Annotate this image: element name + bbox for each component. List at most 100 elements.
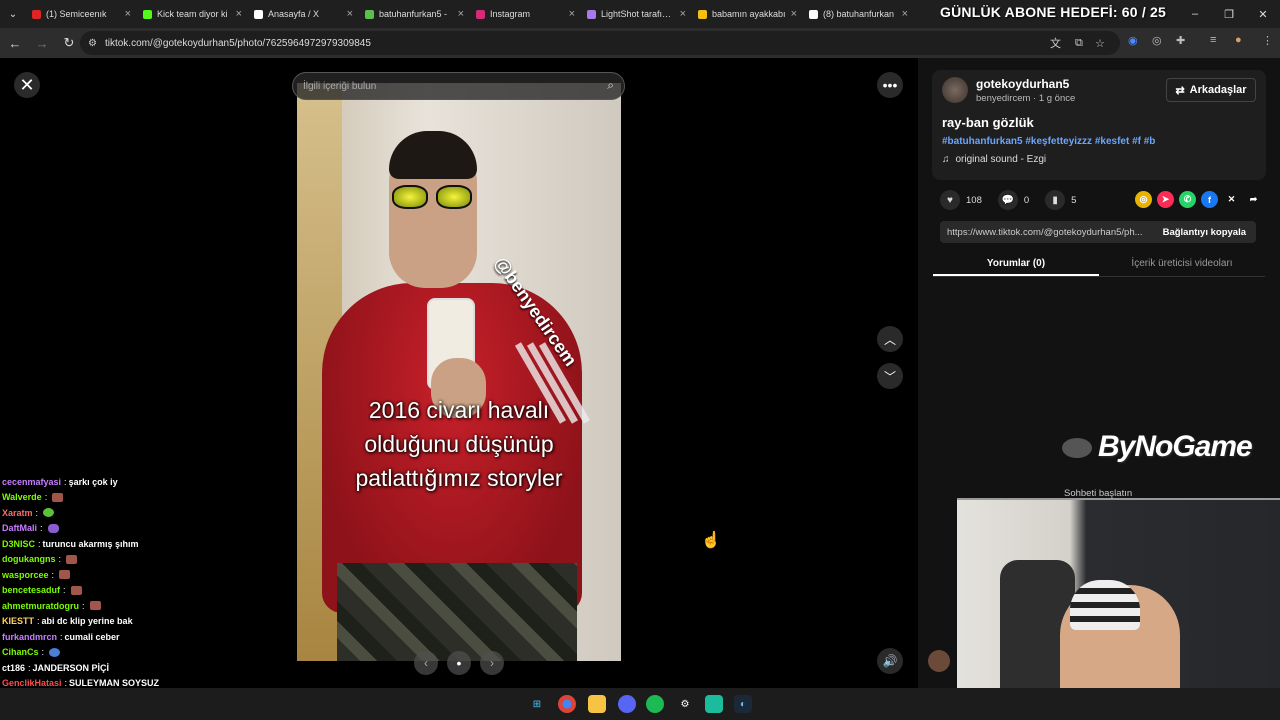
extension-icon[interactable]: ◉ — [1128, 34, 1138, 47]
chat-emote-icon — [49, 647, 61, 657]
post-link-box: https://www.tiktok.com/@gotekoydurhan5/p… — [940, 221, 1256, 243]
more-options-button[interactable]: ••• — [877, 72, 903, 98]
media-icon[interactable]: ≡ — [1210, 34, 1216, 46]
file-explorer-icon[interactable] — [588, 695, 606, 713]
comment-icon[interactable]: 💬 — [997, 190, 1018, 210]
chat-username[interactable]: ahmetmuratdogru — [2, 601, 79, 611]
post-sound[interactable]: ♫ original sound - Ezgi — [942, 154, 1046, 165]
carousel-dot[interactable]: • — [447, 651, 471, 675]
chat-username[interactable]: dogukangns — [2, 554, 56, 564]
coin-icon[interactable]: ◎ — [1135, 191, 1152, 208]
post-link-text[interactable]: https://www.tiktok.com/@gotekoydurhan5/p… — [947, 227, 1143, 238]
chat-username[interactable]: Xaratm — [2, 508, 33, 518]
friends-label: Arkadaşlar — [1189, 84, 1247, 96]
chrome-icon[interactable] — [558, 695, 576, 713]
close-window-icon[interactable]: ✕ — [1246, 0, 1280, 28]
chat-text: cumali ceber — [64, 631, 120, 642]
discord-icon[interactable] — [618, 695, 636, 713]
chat-username[interactable]: DaftMali — [2, 523, 37, 533]
tab-comments[interactable]: Yorumlar (0) — [933, 253, 1099, 276]
bookmark-star-icon[interactable]: ☆ — [1095, 37, 1105, 50]
app-icon[interactable] — [705, 695, 723, 713]
x-icon[interactable]: ✕ — [1223, 191, 1240, 208]
browser-tab[interactable]: LightShot tarafında × — [581, 0, 692, 28]
tab-close-icon[interactable]: × — [347, 8, 353, 20]
spotify-icon[interactable] — [646, 695, 664, 713]
chat-bubble-icon — [1062, 438, 1092, 459]
chat-username[interactable]: cecenmafyasi — [2, 477, 61, 487]
carousel-next-icon[interactable]: › — [480, 651, 504, 675]
browser-tab[interactable]: batuhanfurkan5 - × — [359, 0, 470, 28]
minimize-icon[interactable]: – — [1178, 0, 1212, 28]
send-icon[interactable]: ➤ — [1157, 191, 1174, 208]
close-viewer-button[interactable]: ✕ — [14, 72, 40, 98]
like-count: 108 — [966, 194, 982, 206]
chat-emote-icon — [59, 570, 71, 580]
tab-close-icon[interactable]: × — [791, 8, 797, 20]
chat-emote-icon — [43, 508, 55, 518]
install-icon[interactable]: ⧉ — [1075, 37, 1083, 50]
browser-tab[interactable]: Instagram × — [470, 0, 581, 28]
post-hashtags[interactable]: #batuhanfurkan5 #keşfetteyizzz #kesfet #… — [942, 136, 1155, 147]
chat-username[interactable]: CihanCs — [2, 647, 39, 657]
carousel-prev-icon[interactable]: ‹ — [414, 651, 438, 675]
maximize-icon[interactable]: ❐ — [1212, 0, 1246, 28]
tab-creator-videos[interactable]: İçerik üreticisi videoları — [1099, 253, 1265, 276]
browser-menu-icon[interactable]: ⋮ — [1262, 34, 1273, 47]
chat-emote-icon — [89, 601, 101, 611]
windows-start-icon[interactable]: ⊞ — [528, 695, 546, 713]
share-arrow-icon[interactable]: ➦ — [1245, 191, 1262, 208]
chat-username[interactable]: bencetesaduf — [2, 585, 60, 595]
site-info-icon[interactable]: ⚙ — [88, 38, 97, 49]
chat-username[interactable]: KIESTT — [2, 616, 34, 626]
next-post-button[interactable]: ﹀ — [877, 363, 903, 389]
browser-tab[interactable]: Kick team diyor ki × — [137, 0, 248, 28]
forward-icon[interactable]: → — [30, 36, 54, 51]
url-field[interactable]: ⚙ tiktok.com/@gotekoydurhan5/photo/76259… — [80, 31, 1120, 55]
profile-avatar[interactable]: ● — [1235, 34, 1242, 46]
chat-emote-icon — [70, 585, 82, 595]
caption-line: olduğunu düşünüp — [364, 431, 554, 457]
chat-username[interactable]: GenclikHatasi — [2, 678, 62, 688]
bookmark-icon[interactable]: ▮ — [1045, 190, 1066, 210]
post-photo[interactable]: @benyedircem 2016 civarı havalı olduğunu… — [297, 83, 621, 661]
reload-icon[interactable]: ↻ — [57, 35, 81, 51]
author-avatar[interactable] — [942, 77, 968, 103]
panel-tabs: Yorumlar (0) İçerik üreticisi videoları — [933, 253, 1265, 277]
tab-close-icon[interactable]: × — [125, 8, 131, 20]
translate-icon[interactable]: 文 — [1050, 35, 1061, 51]
settings-gear-icon[interactable]: ⚙ — [676, 695, 694, 713]
like-heart-icon[interactable]: ♥ — [940, 190, 960, 210]
extensions-puzzle-icon[interactable]: ✚ — [1176, 34, 1185, 47]
tab-close-icon[interactable]: × — [680, 8, 686, 20]
browser-tab[interactable]: babamın ayakkabı × — [692, 0, 803, 28]
chat-username[interactable]: furkandmrcn — [2, 632, 57, 642]
author-username[interactable]: gotekoydurhan5 — [976, 77, 1069, 91]
browser-tab[interactable]: Anasayfa / X × — [248, 0, 359, 28]
previous-post-button[interactable]: ︿ — [877, 326, 903, 352]
volume-button[interactable]: 🔊 — [877, 648, 903, 674]
tab-search-icon[interactable]: ⌄ — [0, 0, 26, 28]
chat-message: Xaratm: — [2, 505, 292, 521]
tab-list: (1) Semiceenık × Kick team diyor ki × Anasay… — [26, 0, 914, 28]
related-search-input[interactable]: İlgili içeriği bulun ⌕ — [292, 72, 625, 100]
back-icon[interactable]: ← — [3, 36, 27, 51]
chat-username[interactable]: ct186 — [2, 663, 25, 673]
chat-username[interactable]: wasporcee — [2, 570, 49, 580]
facebook-icon[interactable]: f — [1201, 191, 1218, 208]
whatsapp-icon[interactable]: ✆ — [1179, 191, 1196, 208]
tab-close-icon[interactable]: × — [902, 8, 908, 20]
friends-button[interactable]: ⇄ Arkadaşlar — [1166, 78, 1256, 102]
browser-tab[interactable]: (8) batuhanfurkan × — [803, 0, 914, 28]
chat-username[interactable]: Walverde — [2, 492, 42, 502]
tab-close-icon[interactable]: × — [236, 8, 242, 20]
extension-icon[interactable]: ◎ — [1152, 34, 1162, 47]
browser-tab[interactable]: (1) Semiceenık × — [26, 0, 137, 28]
chat-username[interactable]: D3NISC — [2, 539, 35, 549]
tab-close-icon[interactable]: × — [458, 8, 464, 20]
steam-icon[interactable]: ◐ — [734, 695, 752, 713]
search-icon[interactable]: ⌕ — [607, 78, 614, 93]
tab-close-icon[interactable]: × — [569, 8, 575, 20]
copy-link-button[interactable]: Bağlantıyı kopyala — [1163, 227, 1246, 238]
commenter-avatar — [928, 650, 950, 672]
